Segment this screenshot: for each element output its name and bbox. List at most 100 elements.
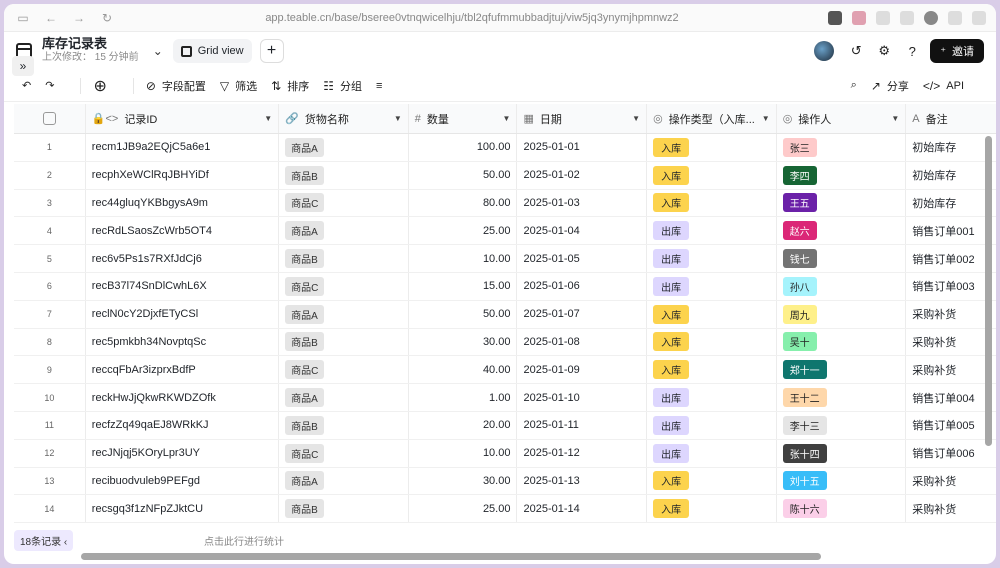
operator-cell[interactable]: 孙八 bbox=[777, 272, 907, 300]
goods-tag[interactable]: 商品A bbox=[285, 137, 324, 157]
page-title[interactable]: 库存记录表 bbox=[42, 37, 139, 51]
table-row[interactable]: 3 rec44gluqYKBbgysA9m 商品C 80.00 2025-01-03 入库… bbox=[14, 189, 996, 218]
record-id-cell[interactable]: recB37l74SnDlCwhL6X bbox=[86, 272, 280, 300]
date-cell[interactable]: 2025-01-08 bbox=[517, 328, 648, 356]
goods-cell[interactable]: 商品A bbox=[279, 134, 409, 161]
operator-cell[interactable]: 钱七 bbox=[777, 245, 907, 272]
goods-cell[interactable]: 商品B bbox=[279, 495, 409, 523]
add-record-button[interactable]: ⊕ bbox=[93, 76, 106, 96]
note-cell[interactable]: 采购补货 bbox=[906, 356, 996, 383]
invite-button[interactable]: ⁺ 邀请 bbox=[930, 39, 984, 63]
goods-tag[interactable]: 商品C bbox=[285, 276, 325, 296]
back-icon[interactable]: ← bbox=[42, 9, 60, 27]
history-icon[interactable]: ↺ bbox=[846, 41, 866, 61]
quantity-cell[interactable]: 20.00 bbox=[409, 411, 518, 439]
record-id-cell[interactable]: recphXeWClRqJBHYiDf bbox=[86, 161, 280, 189]
operator-cell[interactable]: 赵六 bbox=[777, 217, 907, 245]
quantity-cell[interactable]: 80.00 bbox=[409, 189, 518, 217]
note-cell[interactable]: 初始库存 bbox=[906, 162, 996, 189]
goods-cell[interactable]: 商品A bbox=[279, 300, 409, 328]
operator-cell[interactable]: 李四 bbox=[777, 161, 907, 189]
note-cell[interactable]: 销售订单003 bbox=[906, 273, 996, 300]
sidebar-toggle-icon[interactable]: ▭ bbox=[14, 9, 32, 27]
record-id-cell[interactable]: reclN0cY2DjxfETyCSl bbox=[86, 300, 280, 328]
type-cell[interactable]: 出库 bbox=[647, 272, 777, 300]
note-cell[interactable]: 销售订单004 bbox=[906, 384, 996, 411]
chevron-down-icon[interactable]: ⌄ bbox=[153, 44, 163, 58]
goods-tag[interactable]: 商品A bbox=[285, 388, 324, 408]
date-cell[interactable]: 2025-01-13 bbox=[517, 467, 648, 495]
goods-tag[interactable]: 商品C bbox=[285, 443, 325, 463]
quantity-cell[interactable]: 30.00 bbox=[409, 467, 518, 495]
extension-icon[interactable] bbox=[948, 10, 962, 25]
profile-icon[interactable] bbox=[924, 10, 938, 25]
table-row[interactable]: 13 recibuodvuleb9PEFgd 商品A 30.00 2025-01-13 入… bbox=[14, 467, 996, 496]
statistics-hint[interactable]: 点击此行进行统计 bbox=[204, 533, 284, 548]
type-cell[interactable]: 入库 bbox=[647, 134, 777, 161]
quantity-cell[interactable]: 100.00 bbox=[409, 134, 518, 161]
note-cell[interactable]: 销售订单002 bbox=[906, 245, 996, 272]
column-header-type[interactable]: ◎ 操作类型（入库... ▼ bbox=[647, 104, 777, 133]
column-header-goods[interactable]: 🔗 货物名称 ▼ bbox=[279, 104, 409, 133]
fields-config-button[interactable]: ⊘ 字段配置 bbox=[146, 78, 206, 94]
select-all-checkbox[interactable] bbox=[42, 112, 56, 125]
goods-tag[interactable]: 商品C bbox=[285, 360, 325, 380]
note-cell[interactable]: 销售订单005 bbox=[906, 412, 996, 439]
table-row[interactable]: 8 rec5pmkbh34NovptqSc 商品B 30.00 2025-01-08 入库… bbox=[14, 328, 996, 357]
date-cell[interactable]: 2025-01-09 bbox=[517, 356, 648, 384]
goods-cell[interactable]: 商品B bbox=[279, 245, 409, 272]
goods-cell[interactable]: 商品B bbox=[279, 328, 409, 356]
goods-tag[interactable]: 商品B bbox=[285, 165, 324, 185]
dropdown-arrow-icon[interactable]: ▼ bbox=[264, 114, 272, 123]
quantity-cell[interactable]: 30.00 bbox=[409, 328, 518, 356]
operator-cell[interactable]: 张三 bbox=[777, 134, 907, 161]
vertical-scrollbar[interactable] bbox=[985, 136, 992, 446]
date-cell[interactable]: 2025-01-12 bbox=[517, 439, 648, 467]
note-cell[interactable]: 采购补货 bbox=[906, 329, 996, 356]
column-header-qty[interactable]: # 数量 ▼ bbox=[409, 104, 518, 133]
record-id-cell[interactable]: reccqFbAr3izprxBdfP bbox=[86, 356, 280, 384]
goods-cell[interactable]: 商品B bbox=[279, 161, 409, 189]
goods-cell[interactable]: 商品A bbox=[279, 467, 409, 495]
goods-tag[interactable]: 商品C bbox=[285, 193, 325, 213]
goods-cell[interactable]: 商品C bbox=[279, 272, 409, 300]
type-cell[interactable]: 入库 bbox=[647, 300, 777, 328]
quantity-cell[interactable]: 50.00 bbox=[409, 300, 518, 328]
operator-cell[interactable]: 李十三 bbox=[777, 411, 907, 439]
goods-cell[interactable]: 商品C bbox=[279, 356, 409, 384]
extension-icon[interactable] bbox=[972, 10, 986, 25]
reload-icon[interactable]: ↻ bbox=[98, 9, 116, 27]
goods-cell[interactable]: 商品C bbox=[279, 439, 409, 467]
type-cell[interactable]: 出库 bbox=[647, 217, 777, 245]
record-id-cell[interactable]: rec44gluqYKBbgysA9m bbox=[86, 189, 280, 217]
type-cell[interactable]: 入库 bbox=[647, 189, 777, 217]
type-cell[interactable]: 入库 bbox=[647, 495, 777, 523]
sort-button[interactable]: ⇅ 排序 bbox=[271, 78, 309, 94]
date-cell[interactable]: 2025-01-11 bbox=[517, 411, 648, 439]
date-cell[interactable]: 2025-01-07 bbox=[517, 300, 648, 328]
group-button[interactable]: ☷ 分组 bbox=[323, 78, 362, 94]
record-id-cell[interactable]: rec5pmkbh34NovptqSc bbox=[86, 328, 280, 356]
tab-grid-view[interactable]: Grid view bbox=[172, 39, 252, 63]
date-cell[interactable]: 2025-01-10 bbox=[517, 384, 648, 411]
table-row[interactable]: 1 recm1JB9a2EQjC5a6e1 商品A 100.00 2025-01-01 入… bbox=[14, 134, 996, 162]
quantity-cell[interactable]: 25.00 bbox=[409, 217, 518, 245]
quantity-cell[interactable]: 40.00 bbox=[409, 356, 518, 384]
extension-icon[interactable] bbox=[876, 10, 890, 25]
operator-cell[interactable]: 吴十 bbox=[777, 328, 907, 356]
expand-sidebar-icon[interactable]: » bbox=[12, 56, 34, 76]
undo-icon[interactable]: ↶ bbox=[22, 79, 31, 92]
note-cell[interactable]: 采购补货 bbox=[906, 495, 996, 522]
record-count-badge[interactable]: 18条记录 ‹ bbox=[14, 529, 74, 551]
dropdown-arrow-icon[interactable]: ▼ bbox=[503, 114, 511, 123]
goods-tag[interactable]: 商品B bbox=[285, 499, 324, 519]
record-id-cell[interactable]: recsgq3f1zNFpZJktCU bbox=[86, 495, 280, 523]
quantity-cell[interactable]: 15.00 bbox=[409, 272, 518, 300]
note-cell[interactable]: 初始库存 bbox=[906, 134, 996, 161]
record-id-cell[interactable]: recRdLSaosZcWrb5OT4 bbox=[86, 217, 280, 245]
api-button[interactable]: </> API bbox=[923, 79, 964, 93]
table-row[interactable]: 14 recsgq3f1zNFpZJktCU 商品B 25.00 2025-01-14 入… bbox=[14, 495, 996, 524]
filter-button[interactable]: ▽ 筛选 bbox=[220, 78, 257, 94]
date-cell[interactable]: 2025-01-14 bbox=[517, 495, 648, 523]
operator-cell[interactable]: 周九 bbox=[777, 300, 907, 328]
